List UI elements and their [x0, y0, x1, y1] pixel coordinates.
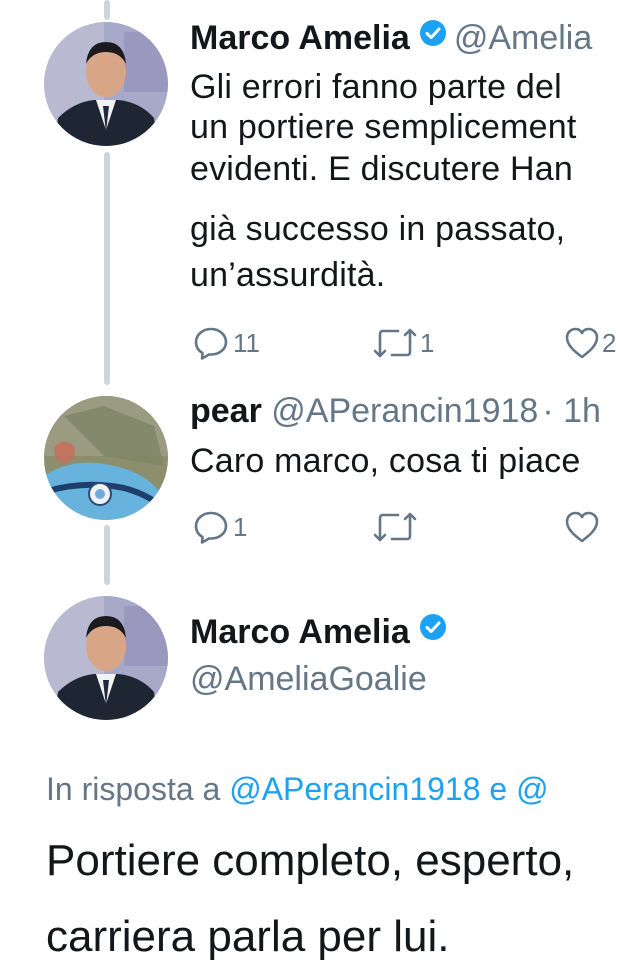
main-tweet-handle[interactable]: @AmeliaGoalie [190, 660, 427, 698]
tweet-2-time[interactable]: · 1h [542, 392, 601, 430]
tweet-2-reply-count: 1 [233, 511, 248, 542]
tweet-2-text: Caro marco, cosa ti piace [190, 442, 581, 480]
tweet-2-retweet-button[interactable] [372, 510, 418, 544]
avatar-marco-amelia-main[interactable] [44, 596, 168, 720]
thread-line-1 [104, 152, 110, 385]
tweet-1-text-line-3: evidenti. E discutere Han [190, 150, 573, 188]
avatar-marco-amelia[interactable] [44, 22, 168, 146]
tweet-2-handle[interactable]: @APerancin1918 [271, 392, 538, 430]
avatar-pear[interactable] [44, 396, 168, 520]
retweet-icon [372, 510, 418, 544]
verified-badge-icon [418, 18, 448, 56]
main-tweet-text-line-2: carriera parla per lui. [46, 912, 450, 961]
heart-icon [564, 326, 600, 360]
tweet-1-text-line-4: già successo in passato, [190, 210, 566, 248]
reply-more-link[interactable]: @ [516, 771, 548, 807]
tweet-1-text-line-2: un portiere semplicement [190, 108, 577, 146]
reply-icon [193, 510, 229, 544]
tweet-1-author-name[interactable]: Marco Amelia [190, 19, 410, 57]
thread-line-2 [104, 525, 110, 585]
tweet-1-reply-count: 11 [233, 327, 260, 358]
tweet-1-reply-button[interactable]: 11 [193, 326, 260, 360]
tweet-2-like-button[interactable] [564, 510, 600, 544]
thread-line-top [104, 0, 110, 20]
reply-prefix: In risposta a [46, 771, 221, 807]
retweet-icon [372, 326, 418, 360]
tweet-1-like-button[interactable]: 2 [564, 326, 616, 360]
reply-and: e [489, 771, 508, 807]
tweet-1-retweet-button[interactable]: 1 [372, 326, 434, 360]
tweet-2-header: pear @APerancin1918 · 1h [190, 392, 601, 430]
tweet-1-retweet-count: 1 [420, 327, 435, 358]
tweet-1-like-count: 2 [602, 327, 617, 358]
reply-icon [193, 326, 229, 360]
tweet-2-author-name[interactable]: pear [190, 392, 262, 430]
main-tweet-name-row: Marco Amelia [190, 612, 454, 656]
tweet-1-header: Marco Amelia @Amelia [190, 18, 592, 62]
reply-context: In risposta a @APerancin1918 e @ [46, 770, 549, 808]
tweet-1-text-line-1: Gli errori fanno parte del [190, 68, 562, 106]
tweet-1-text-line-5: un’assurdità. [190, 256, 386, 294]
verified-badge-icon [418, 612, 448, 650]
tweet-2-reply-button[interactable]: 1 [193, 510, 247, 544]
reply-user-link[interactable]: @APerancin1918 [229, 771, 480, 807]
main-tweet-author-name[interactable]: Marco Amelia [190, 613, 410, 651]
main-tweet-text-line-1: Portiere completo, esperto, [46, 836, 575, 885]
heart-icon [564, 510, 600, 544]
tweet-1-handle[interactable]: @Amelia [454, 19, 592, 57]
